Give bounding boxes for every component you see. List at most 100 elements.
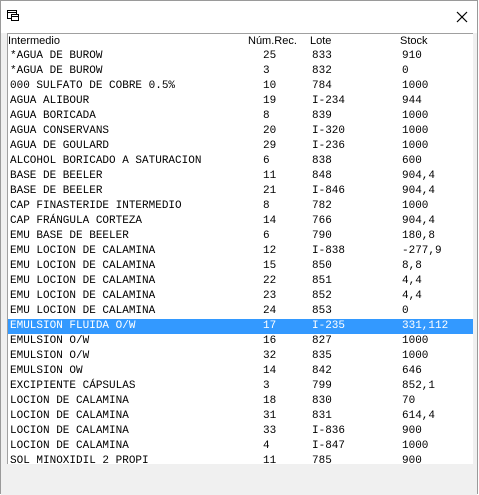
cell-stock: 900 [402,425,422,437]
cell-intermedio: AGUA DE GOULARD [10,140,110,152]
column-header-stock[interactable]: Stock [400,35,428,47]
cell-stock: 900 [402,455,422,464]
cell-num-rec: 3 [263,380,270,392]
list-item[interactable]: EMU LOCION DE CALAMINA 24 853 0 [8,304,473,319]
cell-stock: 944 [402,95,422,107]
close-icon[interactable] [453,8,471,26]
list-item[interactable]: SOL MINOXIDIL 2 PROPI 11 785 900 [8,454,473,464]
cell-intermedio: EMU LOCION DE CALAMINA [10,275,156,287]
list-item[interactable]: EMU LOCION DE CALAMINA 15 850 8,8 [8,259,473,274]
cell-lote: 831 [312,410,332,422]
cell-stock: 1000 [402,335,429,347]
cell-lote: 790 [312,230,332,242]
cell-lote: 830 [312,395,332,407]
cell-stock: 1000 [402,125,429,137]
cell-stock: 904,4 [402,215,436,227]
cell-intermedio: LOCION DE CALAMINA [10,410,129,422]
cell-num-rec: 15 [263,260,277,272]
list-rows: *AGUA DE BUROW 25 833 910 *AGUA DE BUROW 3 832… [8,49,473,464]
cell-intermedio: EMU LOCION DE CALAMINA [10,290,156,302]
list-item[interactable]: EMU LOCION DE CALAMINA 12 I-838 -277,9 [8,244,473,259]
cell-lote: 851 [312,275,332,287]
cell-num-rec: 14 [263,215,277,227]
cell-lote: 766 [312,215,332,227]
cell-stock: 904,4 [402,170,436,182]
column-header-lote[interactable]: Lote [310,35,331,47]
cell-intermedio: CAP FRÁNGULA CORTEZA [10,215,143,227]
cell-stock: -277,9 [402,245,442,257]
cell-num-rec: 11 [263,455,277,464]
cell-lote: 833 [312,50,332,62]
cell-stock: 600 [402,155,422,167]
cell-intermedio: LOCION DE CALAMINA [10,395,129,407]
cell-intermedio: AGUA BORICADA [10,110,96,122]
cell-num-rec: 33 [263,425,277,437]
cell-num-rec: 11 [263,170,277,182]
cell-intermedio: AGUA ALIBOUR [10,95,90,107]
intermedio-list[interactable]: Intermedio Núm.Rec. Lote Stock *AGUA DE … [7,33,473,464]
cell-intermedio: EMU LOCION DE CALAMINA [10,305,156,317]
list-item[interactable]: *AGUA DE BUROW 3 832 0 [8,64,473,79]
cell-num-rec: 23 [263,290,277,302]
list-item[interactable]: EMU LOCION DE CALAMINA 23 852 4,4 [8,289,473,304]
list-item[interactable]: EMULSION FLUIDA O/W 17 I-235 331,112 [8,319,473,334]
list-item[interactable]: EMU LOCION DE CALAMINA 22 851 4,4 [8,274,473,289]
cell-num-rec: 25 [263,50,277,62]
list-item[interactable]: AGUA ALIBOUR 19 I-234 944 [8,94,473,109]
cell-lote: I-234 [312,95,346,107]
list-item[interactable]: LOCION DE CALAMINA 18 830 70 [8,394,473,409]
cell-intermedio: EMULSION FLUIDA O/W [10,320,136,332]
list-item[interactable]: EMULSION O/W 16 827 1000 [8,334,473,349]
cell-num-rec: 31 [263,410,277,422]
cell-stock: 1000 [402,200,429,212]
column-header-intermedio[interactable]: Intermedio [8,35,60,47]
cell-intermedio: 000 SULFATO DE COBRE 0.5% [10,80,176,92]
list-item[interactable]: EMU BASE DE BEELER 6 790 180,8 [8,229,473,244]
list-item[interactable]: AGUA BORICADA 8 839 1000 [8,109,473,124]
title-bar[interactable] [1,1,477,33]
cell-lote: 835 [312,350,332,362]
cell-intermedio: *AGUA DE BUROW [10,65,103,77]
list-item[interactable]: LOCION DE CALAMINA 4 I-847 1000 [8,439,473,454]
cell-intermedio: LOCION DE CALAMINA [10,425,129,437]
cell-num-rec: 8 [263,200,270,212]
cell-lote: 799 [312,380,332,392]
cell-num-rec: 19 [263,95,277,107]
cell-num-rec: 6 [263,155,270,167]
list-item[interactable]: ALCOHOL BORICADO A SATURACION 6 838 600 [8,154,473,169]
list-item[interactable]: CAP FRÁNGULA CORTEZA 14 766 904,4 [8,214,473,229]
list-item[interactable]: *AGUA DE BUROW 25 833 910 [8,49,473,64]
list-item[interactable]: LOCION DE CALAMINA 31 831 614,4 [8,409,473,424]
list-item[interactable]: EMULSION O/W 32 835 1000 [8,349,473,364]
cell-num-rec: 3 [263,65,270,77]
list-item[interactable]: EMULSION OW 14 842 646 [8,364,473,379]
cell-intermedio: EMULSION O/W [10,335,90,347]
list-item[interactable]: LOCION DE CALAMINA 33 I-836 900 [8,424,473,439]
cell-intermedio: AGUA CONSERVANS [10,125,110,137]
list-item[interactable]: BASE DE BEELER 21 I-846 904,4 [8,184,473,199]
cell-lote: 784 [312,80,332,92]
cell-intermedio: EMULSION OW [10,365,83,377]
cell-lote: I-838 [312,245,346,257]
column-header-num-rec[interactable]: Núm.Rec. [248,35,297,47]
list-item[interactable]: AGUA CONSERVANS 20 I-320 1000 [8,124,473,139]
cell-intermedio: EMULSION O/W [10,350,90,362]
list-item[interactable]: 000 SULFATO DE COBRE 0.5% 10 784 1000 [8,79,473,94]
cell-num-rec: 18 [263,395,277,407]
cell-stock: 1000 [402,140,429,152]
list-item[interactable]: CAP FINASTERIDE INTERMEDIO 8 782 1000 [8,199,473,214]
cell-stock: 8,8 [402,260,422,272]
cell-lote: 848 [312,170,332,182]
list-item[interactable]: BASE DE BEELER 11 848 904,4 [8,169,473,184]
cell-intermedio: EMU LOCION DE CALAMINA [10,245,156,257]
list-item[interactable]: EXCIPIENTE CÁPSULAS 3 799 852,1 [8,379,473,394]
cell-stock: 646 [402,365,422,377]
cell-num-rec: 14 [263,365,277,377]
cell-stock: 852,1 [402,380,436,392]
cell-lote: I-836 [312,425,346,437]
list-item[interactable]: AGUA DE GOULARD 29 I-236 1000 [8,139,473,154]
cell-lote: 842 [312,365,332,377]
cell-stock: 614,4 [402,410,436,422]
cell-lote: I-235 [312,320,346,332]
cell-num-rec: 21 [263,185,277,197]
